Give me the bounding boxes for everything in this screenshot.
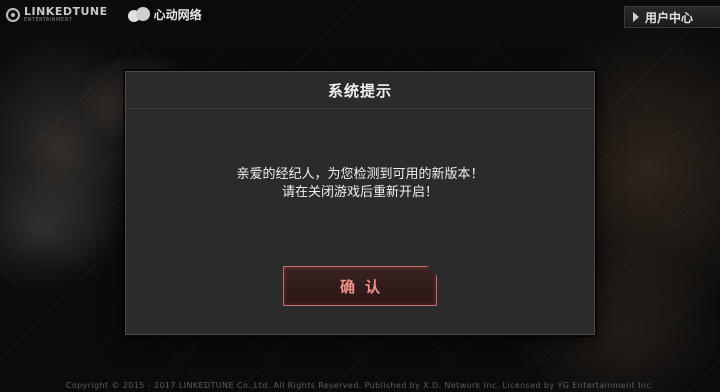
play-arrow-icon bbox=[633, 12, 639, 22]
user-center-label: 用户中心 bbox=[645, 10, 694, 25]
dialog-message-line2: 请在关闭游戏后重新开启！ bbox=[281, 185, 438, 200]
xinyou-logo-icon bbox=[127, 6, 150, 23]
user-center-button[interactable]: 用户中心 bbox=[624, 6, 720, 28]
linkedtune-logo-icon bbox=[6, 7, 20, 22]
linkedtune-logo: LINKEDTUNE ENTERTAINMENT bbox=[6, 6, 108, 23]
dialog-message: 亲爱的经纪人，为您检测到可用的新版本！ 请在关闭游戏后重新开启！ bbox=[126, 166, 594, 202]
footer-copyright: Copyright © 2015 - 2017 LINKEDTUNE Co.,L… bbox=[65, 381, 655, 390]
confirm-button-label: 确认 bbox=[339, 277, 390, 296]
linkedtune-logo-text: LINKEDTUNE bbox=[24, 5, 108, 18]
confirm-button[interactable]: 确认 bbox=[283, 266, 437, 306]
dialog-title: 系统提示 bbox=[126, 72, 594, 109]
xinyou-logo-text: 心动网络 bbox=[153, 8, 202, 22]
top-logos: LINKEDTUNE ENTERTAINMENT 心动网络 bbox=[6, 6, 202, 23]
xinyou-logo: 心动网络 bbox=[127, 6, 202, 23]
system-prompt-dialog: 系统提示 亲爱的经纪人，为您检测到可用的新版本！ 请在关闭游戏后重新开启！ 确认 bbox=[125, 71, 595, 335]
dialog-message-line1: 亲爱的经纪人，为您检测到可用的新版本！ bbox=[236, 167, 484, 182]
